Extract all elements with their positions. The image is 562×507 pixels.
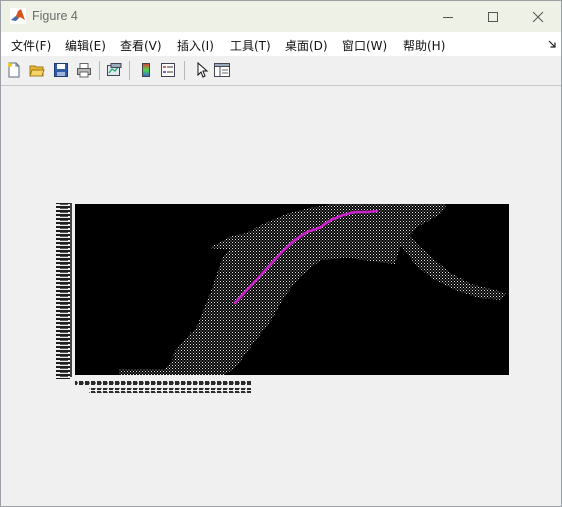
print-icon[interactable]: [76, 62, 92, 78]
save-icon[interactable]: [53, 62, 69, 78]
plot-svg: [56, 203, 509, 393]
title-bar[interactable]: Figure 4: [1, 1, 561, 32]
toolbar-separator: [184, 61, 185, 80]
matlab-icon: [10, 8, 26, 24]
toolbar-separator: [129, 61, 130, 80]
menu-bar: 文件(F) 编辑(E) 查看(V) 插入(I) 工具(T) 桌面(D) 窗口(W…: [1, 32, 561, 56]
maximize-button[interactable]: [470, 1, 516, 32]
figure-toolbar: [1, 56, 561, 86]
select-arrow-icon[interactable]: [194, 62, 210, 78]
x-axis-tick-labels-row2: [89, 388, 251, 393]
y-axis-tick-labels: [56, 203, 70, 379]
toolbar-separator: [99, 61, 100, 80]
x-axis-tick-labels: [75, 380, 251, 386]
window-title: Figure 4: [32, 9, 78, 23]
minimize-icon: [443, 16, 453, 18]
new-figure-icon[interactable]: [6, 62, 22, 78]
menu-edit[interactable]: 编辑(E): [65, 37, 106, 54]
dock-arrow-icon[interactable]: [548, 40, 557, 49]
open-icon[interactable]: [29, 62, 45, 78]
close-icon: [532, 11, 544, 22]
menu-help[interactable]: 帮助(H): [403, 37, 445, 54]
menu-desktop[interactable]: 桌面(D): [285, 37, 328, 54]
menu-window[interactable]: 窗口(W): [342, 37, 387, 54]
maximize-icon: [488, 11, 498, 22]
property-editor-icon[interactable]: [214, 62, 230, 78]
colorbar-icon[interactable]: [138, 62, 154, 78]
minimize-button[interactable]: [425, 1, 471, 32]
menu-view[interactable]: 查看(V): [120, 37, 162, 54]
figure-canvas[interactable]: [1, 86, 561, 506]
close-button[interactable]: [515, 1, 561, 32]
legend-icon[interactable]: [160, 62, 176, 78]
menu-insert[interactable]: 插入(I): [177, 37, 214, 54]
link-plot-icon[interactable]: [106, 62, 122, 78]
y-axis-line: [70, 203, 72, 377]
menu-file[interactable]: 文件(F): [11, 37, 51, 54]
menu-tools[interactable]: 工具(T): [230, 37, 271, 54]
figure-window: Figure 4 文件(F) 编辑(E) 查看(V) 插入(I) 工具(T) 桌…: [0, 0, 562, 507]
